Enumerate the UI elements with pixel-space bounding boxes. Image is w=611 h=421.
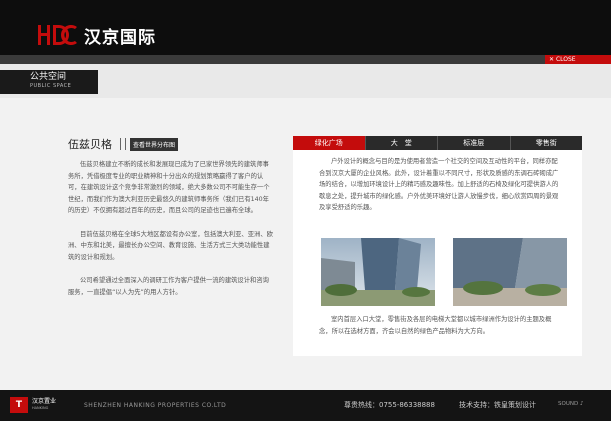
footer-logo-text: 汉京置业 HANKING [32, 398, 56, 412]
right-paragraph-1: 户外设计的概念与目的是为使用者营造一个社交的空间及互动性的平台，同样亦配合到汉京… [319, 158, 559, 211]
divider-bars-icon [120, 138, 126, 150]
left-paragraph-2: 目前伍兹贝格在全球5大地区都设有办公室，包括澳大利亚、亚洲、欧洲、中东和北美，最… [68, 230, 273, 261]
footer-hotline: 尊贵热线：0755-86338888 [344, 401, 435, 409]
footer: T 汉京置业 HANKING SHENZHEN HANKING PROPERTI… [0, 390, 611, 421]
world-map-button[interactable]: 查看世界分布图 [130, 137, 179, 151]
left-column: 伍兹贝格 查看世界分布图 伍兹贝格建立不断的成长和发展现已成为了已家世界领先的建… [68, 136, 273, 298]
building-photo-right[interactable] [453, 238, 567, 306]
hdc-logo-icon [38, 25, 77, 45]
sound-icon: ♪ [579, 401, 584, 407]
left-paragraph-3: 公司希望通过全面深入的调研工作为客户提供一流的建筑设计和咨询服务，一直提倡“以人… [68, 277, 269, 296]
tab-lobby[interactable]: 大 堂 [366, 136, 438, 150]
footer-logo-cn: 汉京置业 [32, 398, 57, 405]
section-label: 公共空间 PUBLIC SPACE [0, 70, 98, 94]
footer-logo[interactable]: T 汉京置业 HANKING [10, 397, 56, 413]
section-title-cn: 公共空间 [30, 72, 67, 82]
right-paragraph-2: 室内首层入口大堂，零售街及各层的电梯大堂都以城市绿洲作为设计的主题及概念，所以在… [319, 316, 552, 335]
footer-company: SHENZHEN HANKING PROPERTIES CO.LTD [84, 402, 227, 409]
logo-text: 汉京国际 [84, 27, 156, 48]
close-label: CLOSE [555, 56, 576, 63]
footer-logo-en: HANKING [32, 406, 49, 410]
building-photo-left[interactable] [321, 238, 435, 306]
company-title: 伍兹贝格 [68, 138, 112, 151]
tab-retail-street[interactable]: 零售街 [511, 136, 583, 150]
photo-row [321, 238, 567, 308]
tab-content-panel: 户外设计的概念与目的是为使用者营造一个社交的空间及互动性的平台，同样亦配合到汉京… [293, 150, 582, 356]
hanking-logo-icon: T [10, 397, 28, 413]
left-title-row: 伍兹贝格 查看世界分布图 [68, 136, 273, 152]
left-paragraph-1: 伍兹贝格建立不断的成长和发展现已成为了已家世界领先的建筑师事务所，凭借极度专业的… [68, 161, 270, 214]
logo[interactable]: 汉京国际 [38, 22, 156, 48]
top-bar: 汉京国际 [0, 0, 611, 55]
footer-support: 技术支持：铁皇策划设计 [459, 401, 536, 409]
sound-toggle[interactable]: SOUND ♪ [558, 401, 583, 407]
header-strip [0, 55, 611, 64]
close-icon: ✕ [549, 56, 555, 63]
tab-green-plaza[interactable]: 绿化广场 [293, 136, 366, 150]
section-title-en: PUBLIC SPACE [30, 83, 72, 89]
tab-bar: 绿化广场 大 堂 标准层 零售街 [293, 136, 582, 150]
close-button[interactable]: ✕ CLOSE [545, 55, 611, 64]
sound-label: SOUND [558, 401, 579, 407]
tab-standard-floor[interactable]: 标准层 [438, 136, 511, 150]
